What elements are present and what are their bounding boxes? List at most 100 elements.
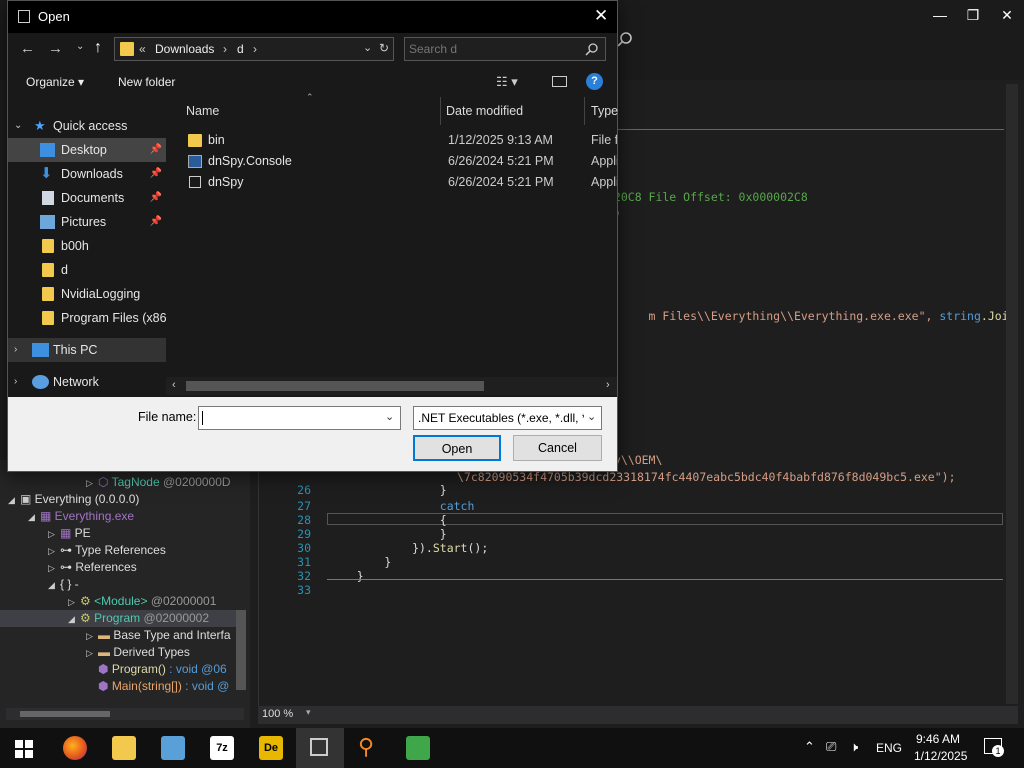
file-list[interactable]: ⌃ Name Date modified Type bin 1/12/2025 …: [166, 92, 618, 397]
zoom-level[interactable]: 100 %: [262, 708, 293, 720]
chevron-down-icon[interactable]: ⌄: [363, 41, 372, 54]
nav-item-pictures[interactable]: Pictures 📌: [8, 210, 166, 234]
search-box[interactable]: [404, 37, 606, 61]
assembly-explorer[interactable]: ▷ ⬡ TagNode @0200000D ◢ ▣ Everything (0.0.…: [0, 460, 250, 728]
help-icon[interactable]: ?: [586, 73, 603, 90]
column-date-modified[interactable]: Date modified: [446, 97, 523, 125]
scroll-left-icon[interactable]: ‹: [172, 379, 176, 391]
firefox-icon[interactable]: [63, 736, 87, 760]
organize-button[interactable]: Organize ▾: [26, 75, 84, 89]
tree-node-pe[interactable]: ▷ ▦ PE: [48, 525, 91, 542]
restore-icon[interactable]: ❐: [958, 4, 988, 26]
open-file-dialog[interactable]: Open ✕ ← → ⌄ ↑ « Downloads › d › ⌄ ↻ Org…: [7, 0, 618, 472]
pin-icon[interactable]: 📌: [150, 138, 162, 162]
file-explorer-icon[interactable]: [112, 736, 136, 760]
search-input[interactable]: [409, 40, 579, 58]
tree-hscroll-thumb[interactable]: [20, 711, 110, 717]
zoom-dropdown-icon[interactable]: ▾: [306, 707, 311, 718]
back-arrow-icon[interactable]: ←: [20, 40, 35, 57]
tree-node-assembly[interactable]: ◢ ▣ Everything (0.0.0.0): [8, 491, 139, 508]
column-divider[interactable]: [584, 97, 585, 125]
pin-icon[interactable]: 📌: [150, 186, 162, 210]
detect-it-easy-icon[interactable]: De: [259, 736, 283, 760]
clock-date[interactable]: 1/12/2025: [914, 749, 967, 763]
windows-start-icon[interactable]: [15, 740, 33, 758]
address-overflow[interactable]: «: [139, 42, 146, 56]
file-row[interactable]: bin 1/12/2025 9:13 AM File fo: [166, 130, 617, 151]
tree-node-derived-types[interactable]: ▷ ▬ Derived Types: [86, 644, 190, 661]
chevron-right-icon[interactable]: ›: [253, 42, 257, 56]
taskbar-active-app[interactable]: [296, 728, 344, 768]
tree-node-module[interactable]: ◢ ▦ Everything.exe: [28, 508, 134, 525]
nav-network[interactable]: › Network: [8, 370, 166, 394]
network-tool-icon[interactable]: [161, 736, 185, 760]
minimize-icon[interactable]: —: [925, 4, 955, 26]
tree-node-program[interactable]: ◢ ⚙ Program @02000002: [68, 610, 209, 627]
nav-item-documents[interactable]: Documents 📌: [8, 186, 166, 210]
editor-vscrollbar[interactable]: [1006, 84, 1018, 704]
tree-node-base-type[interactable]: ▷ ▬ Base Type and Interfa: [86, 627, 231, 644]
nav-item-program-files-x86[interactable]: Program Files (x86): [8, 306, 171, 330]
volume-muted-icon[interactable]: 🕨: [850, 739, 858, 755]
chevron-up-icon[interactable]: ⌃: [804, 739, 815, 755]
tree-hscrollbar[interactable]: [6, 708, 244, 720]
file-name-field[interactable]: ⌄: [198, 406, 401, 430]
tree-node-tagnode[interactable]: ▷ ⬡ TagNode @0200000D: [86, 474, 231, 491]
close-icon[interactable]: ✕: [992, 4, 1022, 26]
cancel-button[interactable]: Cancel: [513, 435, 602, 461]
tree-node-ctor[interactable]: ⬢ Program() : void @06: [98, 661, 227, 678]
editor-statusbar: 100 % ▾: [258, 706, 1018, 724]
tree-node-namespace[interactable]: ◢{ } -: [48, 576, 79, 593]
tree-vscroll-thumb[interactable]: [236, 610, 246, 690]
search-icon[interactable]: [617, 32, 633, 48]
preview-pane-icon[interactable]: [552, 76, 567, 87]
navigation-pane[interactable]: ⌄ ★ Quick access Desktop 📌 ⬇ Downloads 📌…: [8, 97, 171, 397]
refresh-icon[interactable]: ↻: [379, 41, 389, 55]
chevron-down-icon[interactable]: ⌄: [385, 410, 394, 423]
7zip-icon[interactable]: 7z: [210, 736, 234, 760]
chevron-right-icon[interactable]: ›: [223, 42, 227, 56]
file-type-filter[interactable]: .NET Executables (*.exe, *.dll, *. ⌄: [413, 406, 602, 430]
chevron-down-icon[interactable]: ⌄: [587, 410, 596, 423]
language-indicator[interactable]: ENG: [876, 741, 902, 755]
tree-node-main[interactable]: ⬢ Main(string[]) : void @: [98, 678, 229, 695]
scroll-right-icon[interactable]: ›: [606, 379, 610, 391]
tree-node-module-type[interactable]: ▷ ⚙ <Module> @02000001: [68, 593, 216, 610]
search-icon[interactable]: [585, 43, 598, 56]
file-list-hscrollbar[interactable]: ‹ ›: [166, 377, 617, 395]
notification-icon[interactable]: 1: [984, 738, 1004, 757]
pin-icon[interactable]: 📌: [150, 210, 162, 234]
forward-arrow-icon[interactable]: →: [48, 40, 63, 57]
tree-node-references[interactable]: ▷ ⊶ References: [48, 559, 137, 576]
close-icon[interactable]: ✕: [594, 6, 608, 26]
up-arrow-icon[interactable]: ↑: [94, 39, 102, 57]
view-options-icon[interactable]: ☷ ▾: [496, 74, 518, 90]
nav-this-pc[interactable]: › This PC: [8, 338, 166, 362]
nav-item-desktop[interactable]: Desktop 📌: [8, 138, 166, 162]
nav-item-nvidialogging[interactable]: NvidiaLogging: [8, 282, 166, 306]
file-row[interactable]: dnSpy.Console 6/26/2024 5:21 PM Applic: [166, 151, 617, 172]
dialog-footer: File name: ⌄ .NET Executables (*.exe, *.…: [8, 397, 617, 471]
recent-locations-icon[interactable]: ⌄: [76, 41, 84, 52]
hscroll-thumb[interactable]: [186, 381, 484, 391]
nav-item-d[interactable]: d: [8, 258, 166, 282]
network-status-icon[interactable]: ⎚: [826, 739, 836, 755]
file-row[interactable]: dnSpy 6/26/2024 5:21 PM Applic: [166, 172, 617, 193]
column-name[interactable]: Name: [186, 97, 219, 125]
nav-item-downloads[interactable]: ⬇ Downloads 📌: [8, 162, 166, 186]
clock-time[interactable]: 9:46 AM: [916, 732, 960, 746]
open-button[interactable]: Open: [413, 435, 501, 461]
search-tool-icon[interactable]: ⚲: [358, 734, 374, 760]
image-viewer-icon[interactable]: [406, 736, 430, 760]
crumb-d[interactable]: d: [237, 42, 244, 56]
column-divider[interactable]: [440, 97, 441, 125]
address-bar[interactable]: « Downloads › d › ⌄ ↻: [114, 37, 394, 61]
column-type[interactable]: Type: [591, 97, 618, 125]
nav-quick-access[interactable]: ⌄ ★ Quick access: [8, 114, 166, 138]
tree-node-type-references[interactable]: ▷ ⊶ Type References: [48, 542, 166, 559]
nav-item-b00h[interactable]: b00h: [8, 234, 166, 258]
pin-icon[interactable]: 📌: [150, 162, 162, 186]
code-text: }: [329, 483, 447, 497]
new-folder-button[interactable]: New folder: [118, 75, 175, 89]
crumb-downloads[interactable]: Downloads: [155, 42, 214, 56]
